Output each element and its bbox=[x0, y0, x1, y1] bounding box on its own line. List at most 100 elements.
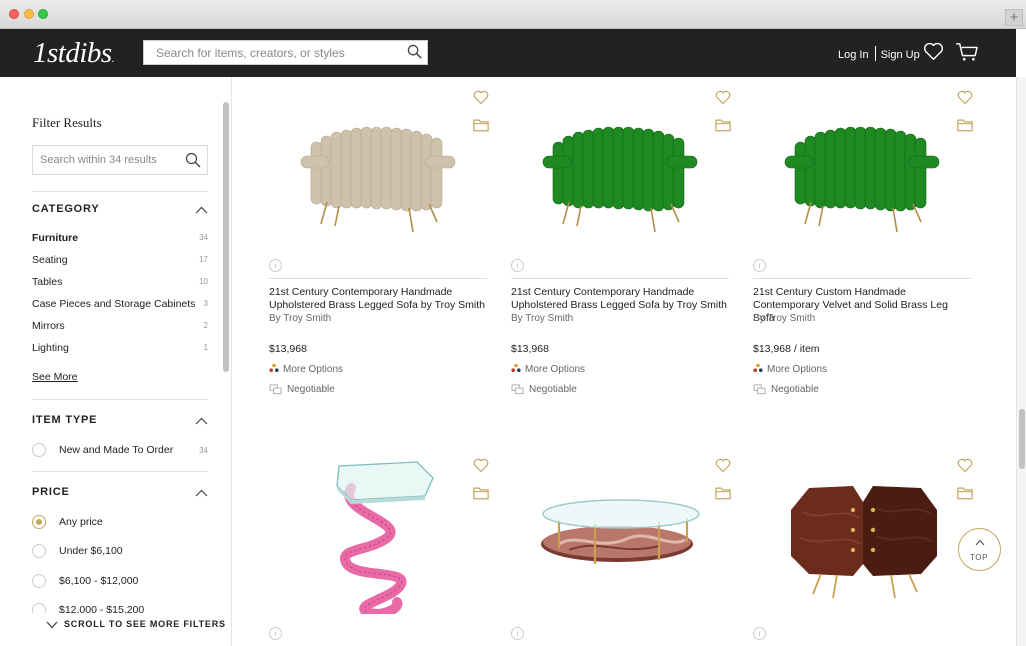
top-label: TOP bbox=[969, 553, 989, 562]
zoom-window-button[interactable] bbox=[38, 9, 48, 19]
product-card[interactable]: i bbox=[753, 452, 973, 646]
scroll-more-content: SCROLL TO SEE MORE FILTERS bbox=[46, 619, 226, 629]
category-item-tables[interactable]: Tables 10 bbox=[32, 276, 208, 290]
sidebar-scrollbar[interactable] bbox=[223, 102, 229, 372]
negotiable-label: Negotiable bbox=[529, 384, 577, 395]
product-title[interactable]: 21st Century Contemporary Handmade Uphol… bbox=[269, 286, 487, 312]
option-label: $6,100 - $12,000 bbox=[59, 575, 139, 587]
more-options[interactable]: More Options bbox=[269, 363, 343, 375]
search-icon[interactable] bbox=[185, 152, 201, 173]
product-image-pink-table[interactable] bbox=[297, 452, 459, 614]
category-item-mirrors[interactable]: Mirrors 2 bbox=[32, 320, 208, 334]
price-option-6100-12000[interactable]: $6,100 - $12,000 bbox=[32, 574, 208, 590]
product-card[interactable]: i bbox=[269, 452, 489, 646]
product-image-oval-table[interactable] bbox=[539, 452, 701, 614]
more-options-label: More Options bbox=[525, 364, 586, 375]
category-item-lighting[interactable]: Lighting 1 bbox=[32, 342, 208, 356]
chevron-down-icon bbox=[46, 621, 58, 629]
folder-icon[interactable] bbox=[715, 118, 731, 137]
price-header[interactable]: PRICE bbox=[32, 486, 208, 502]
info-icon[interactable]: i bbox=[269, 627, 282, 640]
divider bbox=[32, 471, 208, 472]
radio-button-checked[interactable] bbox=[32, 515, 46, 529]
category-item-furniture[interactable]: Furniture 34 bbox=[32, 232, 208, 246]
close-window-button[interactable] bbox=[9, 9, 19, 19]
radio-button[interactable] bbox=[32, 544, 46, 558]
product-image-green-sofa[interactable] bbox=[539, 84, 701, 246]
product-card[interactable]: i 21st Century Custom Handmade Contempor… bbox=[753, 84, 973, 404]
product-creator[interactable]: By Troy Smith bbox=[269, 313, 331, 324]
title-bar: + bbox=[0, 0, 1026, 29]
favorite-heart-icon[interactable] bbox=[957, 90, 973, 110]
favorite-heart-icon[interactable] bbox=[715, 458, 731, 478]
favorite-heart-icon[interactable] bbox=[473, 90, 489, 110]
item-type-option-new[interactable]: New and Made To Order 34 bbox=[32, 443, 208, 459]
more-options-label: More Options bbox=[767, 364, 828, 375]
product-card[interactable]: i bbox=[511, 452, 731, 646]
minimize-window-button[interactable] bbox=[24, 9, 34, 19]
chevron-up-icon bbox=[195, 416, 208, 428]
new-tab-button[interactable]: + bbox=[1005, 9, 1023, 26]
see-more-link[interactable]: See More bbox=[32, 371, 78, 383]
color-dots-icon bbox=[269, 363, 279, 373]
price-option-under-6100[interactable]: Under $6,100 bbox=[32, 544, 208, 560]
more-options[interactable]: More Options bbox=[511, 363, 585, 375]
divider bbox=[32, 399, 208, 400]
product-image-beige-sofa[interactable] bbox=[297, 84, 459, 246]
chat-bubbles-icon bbox=[269, 384, 282, 395]
category-item-case-pieces[interactable]: Case Pieces and Storage Cabinets 3 bbox=[32, 298, 208, 312]
category-count: 34 bbox=[199, 233, 208, 242]
site-logo[interactable]: 1stdibs. bbox=[33, 37, 115, 70]
negotiable: Negotiable bbox=[753, 384, 819, 395]
favorite-heart-icon[interactable] bbox=[715, 90, 731, 110]
category-header[interactable]: CATEGORY bbox=[32, 203, 208, 219]
negotiable: Negotiable bbox=[511, 384, 577, 395]
back-to-top-button[interactable]: TOP bbox=[958, 528, 1001, 571]
negotiable: Negotiable bbox=[269, 384, 335, 395]
product-card[interactable]: i 21st Century Contemporary Handmade Uph… bbox=[269, 84, 489, 404]
more-options[interactable]: More Options bbox=[753, 363, 827, 375]
header-separator bbox=[874, 46, 876, 61]
info-icon[interactable]: i bbox=[753, 259, 766, 272]
favorites-heart-icon[interactable] bbox=[923, 42, 944, 66]
product-price: $13,968 bbox=[269, 343, 307, 355]
global-search-input[interactable] bbox=[144, 41, 406, 64]
info-icon[interactable]: i bbox=[753, 627, 766, 640]
category-label: Furniture bbox=[32, 232, 79, 244]
product-title[interactable]: 21st Century Contemporary Handmade Uphol… bbox=[511, 286, 729, 312]
page-scrollbar-thumb[interactable] bbox=[1019, 409, 1025, 469]
info-icon[interactable]: i bbox=[511, 259, 524, 272]
login-link[interactable]: Log In bbox=[838, 49, 869, 61]
page-scrollbar[interactable] bbox=[1016, 77, 1026, 646]
folder-icon[interactable] bbox=[473, 486, 489, 505]
product-image-green-sofa[interactable] bbox=[781, 84, 943, 246]
radio-button[interactable] bbox=[32, 574, 46, 588]
info-icon[interactable]: i bbox=[269, 259, 282, 272]
folder-icon[interactable] bbox=[957, 486, 973, 505]
price-option-any[interactable]: Any price bbox=[32, 515, 208, 531]
folder-icon[interactable] bbox=[957, 118, 973, 137]
folder-icon[interactable] bbox=[715, 486, 731, 505]
chevron-up-icon bbox=[195, 488, 208, 500]
category-count: 2 bbox=[203, 321, 208, 330]
signup-link[interactable]: Sign Up bbox=[881, 49, 920, 61]
favorite-heart-icon[interactable] bbox=[957, 458, 973, 478]
scroll-more-filters[interactable]: SCROLL TO SEE MORE FILTERS bbox=[0, 613, 230, 646]
filter-search-input[interactable] bbox=[33, 146, 183, 174]
search-icon[interactable] bbox=[407, 44, 423, 60]
favorite-heart-icon[interactable] bbox=[473, 458, 489, 478]
product-creator[interactable]: By Troy Smith bbox=[511, 313, 573, 324]
product-image-cabinet[interactable] bbox=[781, 452, 943, 614]
product-card[interactable]: i 21st Century Contemporary Handmade Uph… bbox=[511, 84, 731, 404]
cart-icon[interactable] bbox=[955, 42, 979, 67]
scroll-more-label: SCROLL TO SEE MORE FILTERS bbox=[64, 619, 226, 629]
category-count: 10 bbox=[199, 277, 208, 286]
more-options-label: More Options bbox=[283, 364, 344, 375]
chevron-up-icon bbox=[975, 539, 985, 546]
radio-button[interactable] bbox=[32, 443, 46, 457]
item-type-header[interactable]: ITEM TYPE bbox=[32, 414, 208, 430]
category-item-seating[interactable]: Seating 17 bbox=[32, 254, 208, 268]
folder-icon[interactable] bbox=[473, 118, 489, 137]
product-creator[interactable]: By Troy Smith bbox=[753, 313, 815, 324]
info-icon[interactable]: i bbox=[511, 627, 524, 640]
